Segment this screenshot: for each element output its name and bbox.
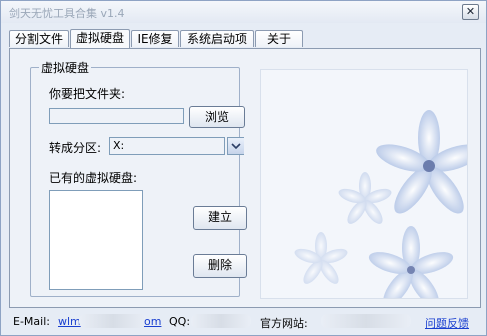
tab-ie-repair[interactable]: IE修复 xyxy=(131,30,179,47)
qq-label: QQ: xyxy=(169,315,191,328)
email-link[interactable]: wlm xyxy=(58,315,81,328)
close-button[interactable]: ✕ xyxy=(462,4,479,20)
tab-about[interactable]: 关于 xyxy=(255,30,303,47)
tab-panel: 虚拟硬盘 你要把文件夹: 浏览 转成分区: X: 已有的虚拟硬盘: 建立 删除 xyxy=(9,48,481,308)
tab-split-file[interactable]: 分割文件 xyxy=(9,30,69,47)
redacted-website xyxy=(321,314,411,328)
partition-select[interactable]: X: xyxy=(109,137,225,155)
close-icon: ✕ xyxy=(465,5,476,18)
folder-path-input[interactable] xyxy=(49,108,184,124)
partition-label: 转成分区: xyxy=(49,141,102,155)
partition-dropdown[interactable] xyxy=(227,137,244,155)
redacted-email xyxy=(79,314,147,328)
website-label: 官方网站: xyxy=(260,317,308,330)
email-link-suffix[interactable]: om xyxy=(144,315,161,328)
window-title: 剑天无忧工具合集 v1.4 xyxy=(9,7,125,20)
existing-disks-label: 已有的虚拟硬盘: xyxy=(49,171,138,185)
feedback-link[interactable]: 问题反馈 xyxy=(425,315,469,331)
existing-disks-list[interactable] xyxy=(49,190,143,290)
partition-value: X: xyxy=(113,139,125,152)
virtual-disk-group: 虚拟硬盘 你要把文件夹: 浏览 转成分区: X: 已有的虚拟硬盘: 建立 删除 xyxy=(30,59,247,297)
browse-button[interactable]: 浏览 xyxy=(189,106,245,128)
create-button[interactable]: 建立 xyxy=(193,206,247,230)
flower-illustration xyxy=(294,110,467,298)
email-label: E-Mail: xyxy=(13,315,50,328)
tab-startup-items[interactable]: 系统启动项 xyxy=(180,30,254,47)
delete-button[interactable]: 删除 xyxy=(193,254,247,278)
decorative-flower-image xyxy=(260,69,468,299)
app-window: 剑天无忧工具合集 v1.4 ✕ 分割文件 虚拟硬盘 IE修复 系统启动项 关于 … xyxy=(0,0,487,336)
status-bar: E-Mail: wlm om QQ: 官方网站: 问题反馈 xyxy=(1,311,486,333)
redacted-qq xyxy=(191,314,251,328)
tab-virtual-disk[interactable]: 虚拟硬盘 xyxy=(70,29,130,48)
group-title: 虚拟硬盘 xyxy=(39,59,92,76)
folder-label: 你要把文件夹: xyxy=(49,87,126,101)
chevron-down-icon[interactable] xyxy=(227,138,244,154)
title-bar[interactable]: 剑天无忧工具合集 v1.4 ✕ xyxy=(1,1,486,23)
